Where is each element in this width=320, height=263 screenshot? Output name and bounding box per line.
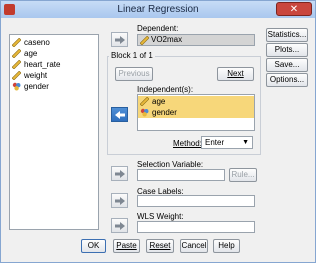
dependent-value: VO2max (151, 35, 183, 44)
move-to-case-labels-button[interactable] (111, 193, 128, 208)
wls-weight-field[interactable] (137, 221, 255, 233)
next-button[interactable]: Next (217, 67, 254, 81)
method-select[interactable]: Enter ▼ (201, 136, 253, 149)
variable-label: age (24, 49, 38, 58)
help-button[interactable]: Help (213, 239, 240, 253)
move-to-independents-button[interactable] (111, 107, 128, 122)
list-item[interactable]: weight (10, 70, 98, 81)
statistics-button[interactable]: Statistics... (266, 28, 308, 42)
close-button[interactable]: ✕ (276, 2, 312, 16)
options-button[interactable]: Options... (266, 73, 308, 87)
list-item[interactable]: gender (10, 81, 98, 92)
dependent-field[interactable]: VO2max (137, 34, 255, 46)
save-button[interactable]: Save... (266, 58, 308, 72)
paste-button[interactable]: Paste (113, 239, 140, 253)
rule-button[interactable]: Rule... (229, 168, 257, 182)
arrow-right-icon (114, 221, 126, 231)
plots-button[interactable]: Plots... (266, 43, 308, 57)
variable-label: gender (24, 82, 49, 91)
scale-ruler-icon (140, 97, 149, 106)
block-label: Block 1 of 1 (109, 51, 155, 60)
variable-label: weight (24, 71, 48, 80)
independent-label: age (152, 97, 166, 106)
ok-button[interactable]: OK (81, 239, 106, 253)
window-title: Linear Regression (117, 4, 199, 15)
arrow-right-icon (114, 169, 126, 179)
chevron-down-icon: ▼ (242, 139, 249, 146)
independents-label: Independent(s): (137, 85, 194, 94)
nominal-circles-icon (12, 82, 21, 91)
list-item[interactable]: age (10, 48, 98, 59)
case-labels-field[interactable] (137, 195, 255, 207)
scale-ruler-icon (12, 71, 21, 80)
arrow-left-icon (114, 110, 126, 120)
list-item[interactable]: age (138, 96, 254, 107)
previous-button[interactable]: Previous (115, 67, 153, 81)
list-item[interactable]: caseno (10, 37, 98, 48)
wls-weight-label: WLS Weight: (137, 212, 184, 221)
scale-ruler-icon (140, 36, 149, 45)
arrow-right-icon (114, 35, 126, 45)
nominal-circles-icon (140, 108, 149, 117)
variable-label: heart_rate (24, 60, 61, 69)
title-bar: Linear Regression ✕ (1, 1, 315, 18)
selection-variable-label: Selection Variable: (137, 160, 204, 169)
selection-variable-field[interactable] (137, 169, 225, 181)
linear-regression-dialog: Linear Regression ✕ caseno age heart_rat… (0, 0, 316, 263)
scale-ruler-icon (12, 49, 21, 58)
list-item[interactable]: gender (138, 107, 254, 118)
move-to-selection-button[interactable] (111, 166, 128, 181)
list-item[interactable]: heart_rate (10, 59, 98, 70)
scale-ruler-icon (12, 60, 21, 69)
method-label: Method: (173, 139, 202, 148)
arrow-right-icon (114, 196, 126, 206)
cancel-button[interactable]: Cancel (180, 239, 208, 253)
method-value: Enter (205, 138, 225, 147)
independent-label: gender (152, 108, 177, 117)
scale-ruler-icon (12, 38, 21, 47)
move-to-wls-weight-button[interactable] (111, 218, 128, 233)
reset-button[interactable]: Reset (146, 239, 174, 253)
move-to-dependent-button[interactable] (111, 32, 128, 47)
variables-list[interactable]: caseno age heart_rate weight gender (9, 34, 99, 230)
dependent-label: Dependent: (137, 24, 179, 33)
variable-label: caseno (24, 38, 50, 47)
independents-list[interactable]: age gender (137, 94, 255, 131)
